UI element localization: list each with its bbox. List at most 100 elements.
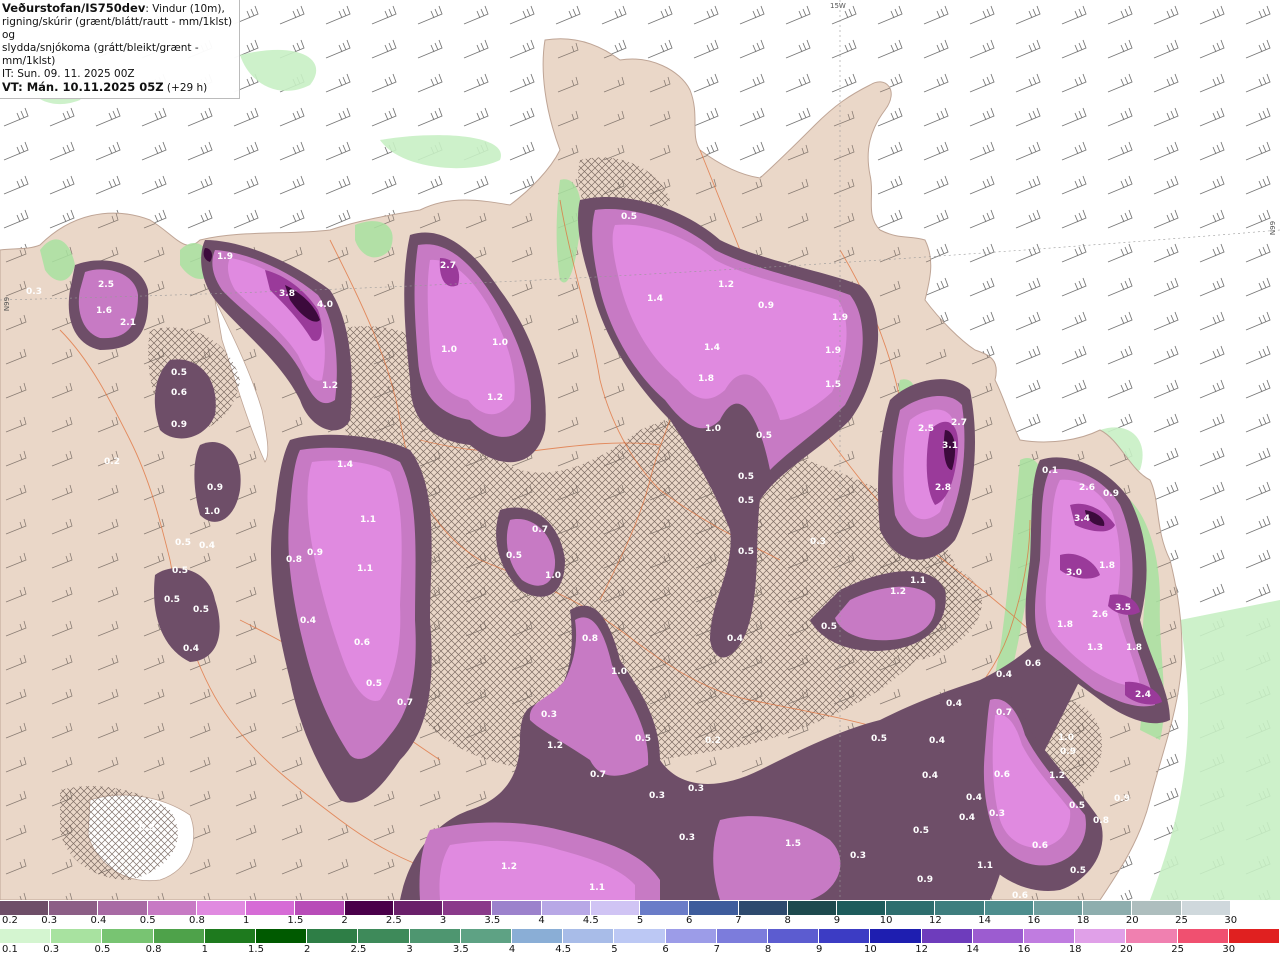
snow-legend-swatch — [836, 901, 887, 915]
rain-legend-label: 25 — [1171, 944, 1184, 955]
value-label: 1.2 — [718, 280, 734, 290]
rain-legend-swatch — [1126, 929, 1178, 943]
value-label: 0.5 — [193, 605, 209, 615]
rain-legend-label: 18 — [1068, 944, 1082, 955]
value-label: 1.8 — [1126, 643, 1142, 653]
snow-legend-label: 3 — [439, 915, 447, 926]
snow-legend-swatch — [295, 901, 345, 915]
value-label: 1.4 — [647, 294, 663, 304]
rain-legend-label: 12 — [915, 944, 928, 955]
snow-legend-label: 9 — [833, 915, 841, 926]
rain-legend-swatch — [460, 929, 513, 943]
snow-legend-label: 0.3 — [41, 915, 58, 926]
rain-legend-swatch — [1024, 929, 1076, 943]
value-label: 2.7 — [951, 418, 967, 428]
snow-legend-label: 0.2 — [2, 915, 18, 926]
value-label: 0.9 — [171, 420, 187, 430]
snow-legend-swatch — [98, 901, 148, 915]
value-label: 0.5 — [172, 566, 188, 576]
rain-legend-label: 2.5 — [350, 944, 367, 955]
value-label: 2.4 — [1135, 690, 1151, 700]
value-label: 0.7 — [532, 525, 548, 535]
value-label: 1.0 — [1058, 733, 1074, 743]
rain-legend-swatch — [153, 929, 205, 943]
title-desc-b: rigning/skúrir (grænt/blátt/rautt - mm/1… — [2, 16, 233, 41]
snow-legend-label: 18 — [1076, 915, 1090, 926]
snow-legend-swatch — [0, 901, 50, 915]
value-label: 0.3 — [649, 791, 665, 801]
snow-legend-swatch — [689, 901, 739, 915]
snow-legend-label: 2 — [341, 915, 348, 926]
value-label: 0.4 — [966, 793, 982, 803]
rain-legend-bar — [0, 929, 1280, 943]
value-label: 0.6 — [1012, 891, 1028, 900]
snow-legend-swatch — [738, 901, 788, 915]
value-label: 0.9 — [917, 875, 933, 885]
snow-legend-swatch — [935, 901, 985, 915]
value-label: 1.8 — [1099, 561, 1115, 571]
value-label: 0.5 — [821, 622, 837, 632]
value-label: 0.8 — [286, 555, 302, 565]
value-label: 3.8 — [279, 289, 295, 299]
value-label: 1.3 — [1087, 643, 1103, 653]
model-name: Veðurstofan/IS750dev — [2, 1, 146, 15]
snow-legend-label: 7 — [735, 915, 742, 926]
top-longitude-label: 15W — [830, 2, 846, 10]
snow-legend-swatch — [393, 901, 444, 915]
snow-legend-label: 14 — [978, 915, 991, 926]
value-label: 1.5 — [785, 839, 801, 849]
snow-legend-swatch — [541, 901, 591, 915]
snow-legend-label: 3.5 — [484, 915, 501, 926]
value-label: 1.0 — [545, 571, 561, 581]
snow-legend-label: 1 — [242, 915, 250, 926]
snow-legend-swatch — [492, 901, 542, 915]
right-latitude-label: N99 — [1269, 220, 1278, 236]
rain-legend-label: 3.5 — [452, 944, 469, 955]
value-label: 2.5 — [918, 424, 934, 434]
map-title-box: Veðurstofan/IS750dev: Vindur (10m), rign… — [0, 0, 240, 99]
value-label: 1.1 — [360, 515, 376, 525]
rain-legend-swatch — [204, 929, 257, 943]
snow-legend-label: 6 — [686, 915, 693, 926]
snow-legend-label: 30 — [1224, 915, 1238, 926]
value-label: 0.3 — [139, 823, 155, 833]
value-label: 0.4 — [929, 736, 945, 746]
valid-time: VT: Mán. 10.11.2025 05Z — [2, 80, 164, 94]
value-label: 1.2 — [322, 381, 338, 391]
value-label: 0.4 — [946, 699, 962, 709]
value-label: 0.5 — [621, 212, 637, 222]
rain-legend-label: 30 — [1222, 944, 1236, 955]
value-label: 2.6 — [1092, 610, 1108, 620]
snow-legend-label: 2.5 — [385, 915, 402, 926]
snow-legend-swatch — [984, 901, 1034, 915]
rain-legend-swatch — [768, 929, 820, 943]
value-label: 1.0 — [204, 507, 220, 517]
rain-legend-label: 3 — [406, 944, 413, 955]
rain-legend-swatch — [716, 929, 769, 943]
snow-legend-label: 5 — [636, 915, 644, 926]
snow-legend-swatch — [1083, 901, 1133, 915]
value-label: 0.5 — [1069, 801, 1085, 811]
value-label: 0.6 — [1032, 841, 1048, 851]
value-label: 0.3 — [989, 809, 1005, 819]
rain-legend-swatch — [512, 929, 564, 943]
value-label: 1.1 — [910, 576, 926, 586]
snow-legend-label: 12 — [929, 915, 942, 926]
rain-legend-label: 8 — [764, 944, 772, 955]
rain-legend-swatch — [409, 929, 461, 943]
rain-legend-label: 1 — [201, 944, 208, 955]
value-label: 1.0 — [441, 345, 457, 355]
snow-legend-label: 10 — [879, 915, 893, 926]
value-label: 1.9 — [832, 313, 848, 323]
value-label: 0.5 — [635, 734, 651, 744]
value-label: 1.9 — [217, 252, 233, 262]
rain-legend-label: 6 — [662, 944, 669, 955]
snow-legend-swatch — [1033, 901, 1084, 915]
snow-legend-swatch — [590, 901, 641, 915]
rain-legend-labels: 0.1 0.3 0.5 0.8 1 1.5 2 2.5 3 3.5 4 4.5 5 6 7 8 9 10 12 14 1… — [0, 944, 1280, 956]
value-label: 0.9 — [1060, 747, 1076, 757]
value-label: 0.5 — [164, 595, 180, 605]
value-label: 3.0 — [1066, 568, 1082, 578]
rain-legend-label: 20 — [1120, 944, 1133, 955]
value-label: 0.6 — [354, 638, 370, 648]
